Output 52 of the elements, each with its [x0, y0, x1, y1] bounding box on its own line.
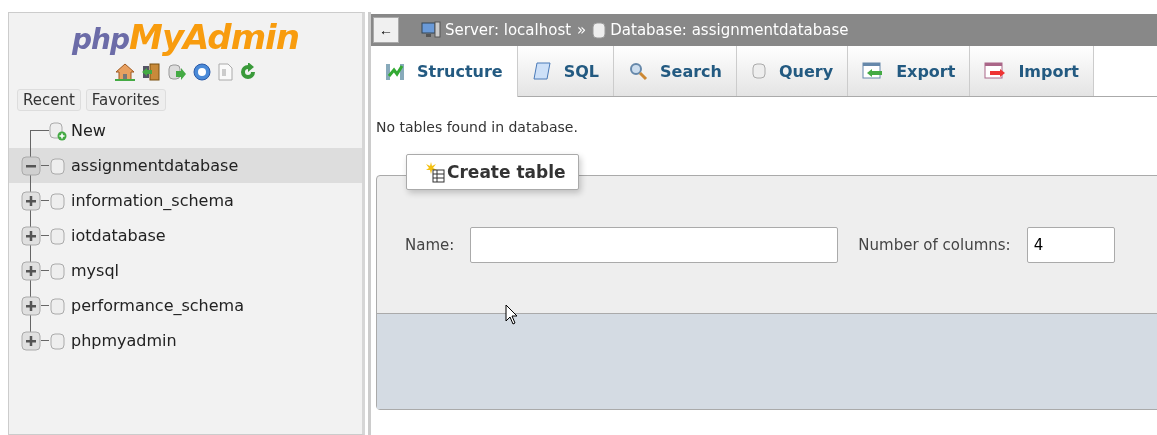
expand-icon[interactable] — [21, 190, 41, 211]
tree-item[interactable]: assignmentdatabase — [9, 148, 362, 183]
field-label: Number of columns: — [858, 235, 1011, 254]
export-icon — [862, 61, 885, 81]
tab[interactable]: Export — [848, 46, 971, 96]
database-icon — [49, 225, 67, 246]
expand-icon[interactable] — [21, 295, 41, 316]
tab[interactable]: Structure — [371, 46, 518, 97]
import-icon — [984, 61, 1007, 81]
panel-title: Create table — [447, 162, 566, 182]
database-icon — [49, 190, 67, 211]
tree-item[interactable]: mysql — [9, 253, 362, 288]
expand-icon[interactable] — [21, 330, 41, 351]
tree-item[interactable]: iotdatabase — [9, 218, 362, 253]
new-table-icon — [425, 161, 445, 183]
tab[interactable]: SQL — [517, 46, 615, 96]
database-icon — [49, 295, 67, 316]
database-icon — [592, 21, 607, 39]
collapse-button[interactable]: ← — [373, 17, 399, 43]
tab[interactable]: Import — [970, 46, 1094, 96]
search-icon — [628, 61, 649, 81]
columns-input[interactable]: 4 — [1026, 226, 1115, 263]
server-icon — [421, 21, 441, 39]
database-icon — [49, 330, 67, 351]
new-database-icon — [49, 120, 67, 141]
database-arrow-icon[interactable] — [166, 63, 187, 81]
breadcrumb-link[interactable]: Server: localhost — [445, 21, 572, 39]
name-input[interactable] — [470, 226, 839, 263]
tree-item[interactable]: phpmyadmin — [9, 323, 362, 358]
expand-icon[interactable] — [21, 225, 41, 246]
exit-door-icon[interactable] — [140, 63, 161, 81]
database-icon — [751, 61, 767, 81]
tree-item[interactable]: information_schema — [9, 183, 362, 218]
scroll-icon — [531, 61, 552, 81]
tab[interactable]: Search — [614, 46, 737, 96]
nav-tab[interactable]: Favorites — [85, 89, 166, 111]
database-icon — [49, 260, 67, 281]
collapse-icon[interactable] — [21, 155, 41, 176]
tree-item[interactable]: performance_schema — [9, 288, 362, 323]
expand-icon[interactable] — [21, 260, 41, 281]
refresh-icon[interactable] — [238, 63, 257, 81]
field-label: Name: — [405, 235, 455, 254]
breadcrumb-link[interactable]: Database: assignmentdatabase — [610, 21, 849, 39]
database-icon — [49, 155, 67, 176]
mouse-cursor-icon — [505, 304, 519, 326]
structure-icon — [385, 61, 405, 82]
breadcrumb-separator: » — [577, 21, 587, 39]
nav-tab[interactable]: Recent — [17, 89, 81, 111]
logo[interactable]: phpMyAdmin — [72, 19, 299, 58]
tab[interactable]: Query — [737, 46, 849, 96]
status-message: No tables found in database. — [376, 119, 579, 135]
home-icon[interactable] — [114, 63, 135, 81]
